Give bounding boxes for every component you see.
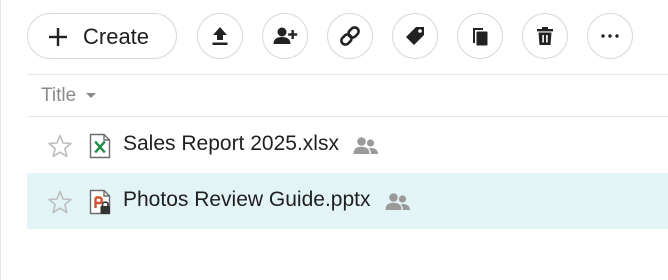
more-button[interactable] [587, 13, 633, 59]
file-row[interactable]: Sales Report 2025.xlsx [27, 117, 668, 173]
upload-button[interactable] [197, 13, 243, 59]
powerpoint-locked-file-icon [89, 189, 111, 215]
list-header: Title [27, 74, 668, 117]
plus-icon [49, 28, 67, 46]
file-row-selected[interactable]: Photos Review Guide.pptx [27, 173, 668, 229]
link-button[interactable] [327, 13, 373, 59]
upload-icon [212, 27, 228, 45]
column-title-header[interactable]: Title [41, 85, 76, 107]
add-person-button[interactable] [262, 13, 308, 59]
create-button-label: Create [83, 24, 150, 49]
copy-icon [473, 28, 488, 46]
shared-icon [353, 137, 378, 154]
tag-button[interactable] [392, 13, 438, 59]
file-name[interactable]: Photos Review Guide.pptx [123, 188, 370, 212]
toolbar: Create [1, 0, 668, 74]
link-icon [340, 26, 360, 46]
add-person-icon [273, 27, 298, 44]
file-browser: Create Title Sales Report 2025.xlsx Phot… [0, 0, 668, 280]
delete-button[interactable] [522, 13, 568, 59]
more-horizontal-icon [601, 34, 619, 38]
copy-button[interactable] [457, 13, 503, 59]
tag-icon [406, 27, 424, 45]
file-name[interactable]: Sales Report 2025.xlsx [123, 132, 339, 156]
excel-file-icon [89, 133, 111, 159]
sort-caret-icon[interactable] [86, 93, 96, 98]
star-icon[interactable] [47, 133, 73, 159]
create-button[interactable]: Create [27, 13, 177, 59]
star-icon[interactable] [47, 189, 73, 215]
shared-icon [385, 193, 410, 210]
trash-icon [537, 27, 553, 45]
